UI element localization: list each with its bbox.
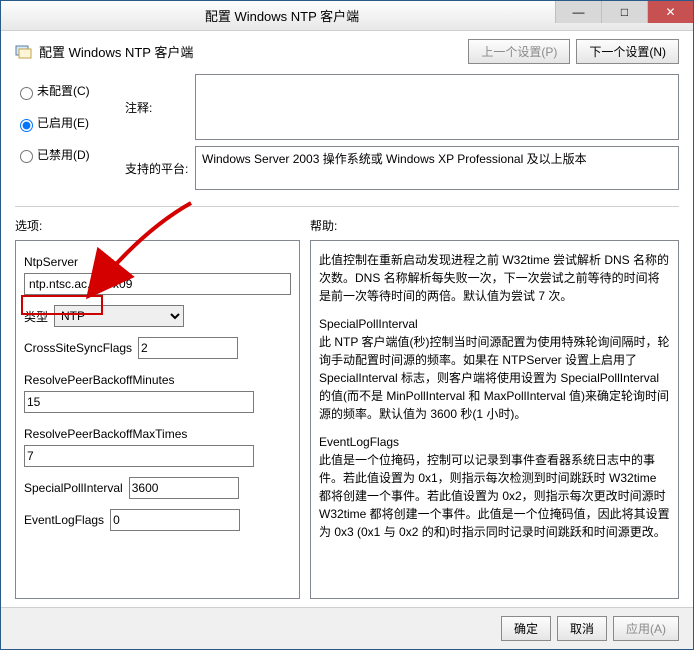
radio-enabled-input[interactable] xyxy=(20,119,33,132)
main-area: 选项: NtpServer 类型 NTP CrossSiteSyncFlags xyxy=(1,211,693,607)
ok-button[interactable]: 确定 xyxy=(501,616,551,641)
maximize-button[interactable]: □ xyxy=(601,1,647,23)
page-title: 配置 Windows NTP 客户端 xyxy=(39,42,193,61)
window-controls: — □ ✕ xyxy=(555,1,693,30)
comment-textarea[interactable] xyxy=(195,74,679,140)
next-setting-button[interactable]: 下一个设置(N) xyxy=(576,39,679,64)
resolve-max-spinner[interactable] xyxy=(24,445,254,467)
help-paragraph: 此值控制在重新启动发现进程之前 W32time 尝试解析 DNS 名称的次数。D… xyxy=(319,251,670,305)
radio-enabled[interactable]: 已启用(E) xyxy=(15,114,115,132)
apply-button[interactable]: 应用(A) xyxy=(613,616,679,641)
help-paragraph: 此 NTP 客户端值(秒)控制当时间源配置为使用特殊轮询间隔时，轮询手动配置时间… xyxy=(319,333,670,423)
supported-platforms-box: Windows Server 2003 操作系统或 Windows XP Pro… xyxy=(195,146,679,190)
help-column: 帮助: 此值控制在重新启动发现进程之前 W32time 尝试解析 DNS 名称的… xyxy=(310,217,679,599)
dialog-footer: 确定 取消 应用(A) xyxy=(1,607,693,649)
prev-setting-button[interactable]: 上一个设置(P) xyxy=(468,39,570,64)
minimize-button[interactable]: — xyxy=(555,1,601,23)
eventlogflags-label: EventLogFlags xyxy=(24,513,104,527)
specialpoll-label: SpecialPollInterval xyxy=(24,481,123,495)
resolve-minutes-spinner[interactable] xyxy=(24,391,254,413)
radio-disabled-input[interactable] xyxy=(20,150,33,163)
comment-label: 注释: xyxy=(125,99,195,116)
meta-column: 注释: 支持的平台: Windows Server 2003 操作系统或 Win… xyxy=(125,74,679,196)
options-heading: 选项: xyxy=(15,217,300,234)
help-subhead: SpecialPollInterval xyxy=(319,315,670,333)
help-paragraph: 此值是一个位掩码，控制可以记录到事件查看器系统日志中的事件。若此值设置为 0x1… xyxy=(319,451,670,541)
divider xyxy=(15,206,679,207)
resolve-minutes-label: ResolvePeerBackoffMinutes xyxy=(24,373,291,387)
ntpserver-input[interactable] xyxy=(24,273,291,295)
window-title: 配置 Windows NTP 客户端 xyxy=(9,6,555,25)
help-panel[interactable]: 此值控制在重新启动发现进程之前 W32time 尝试解析 DNS 名称的次数。D… xyxy=(310,240,679,599)
radio-not-configured[interactable]: 未配置(C) xyxy=(15,82,115,100)
type-label: 类型 xyxy=(24,308,48,325)
radio-disabled[interactable]: 已禁用(D) xyxy=(15,146,115,164)
eventlogflags-spinner[interactable] xyxy=(110,509,240,531)
resolve-max-label: ResolvePeerBackoffMaxTimes xyxy=(24,427,291,441)
header-row: 配置 Windows NTP 客户端 上一个设置(P) 下一个设置(N) xyxy=(1,31,693,70)
nav-buttons: 上一个设置(P) 下一个设置(N) xyxy=(468,39,679,64)
specialpoll-spinner[interactable] xyxy=(129,477,239,499)
config-area: 未配置(C) 已启用(E) 已禁用(D) 注释: 支持的平台: Windows … xyxy=(1,70,693,202)
ntpserver-label: NtpServer xyxy=(24,255,291,269)
titlebar: 配置 Windows NTP 客户端 — □ ✕ xyxy=(1,1,693,31)
radio-not-configured-input[interactable] xyxy=(20,87,33,100)
help-heading: 帮助: xyxy=(310,217,679,234)
policy-icon xyxy=(15,43,33,61)
options-column: 选项: NtpServer 类型 NTP CrossSiteSyncFlags xyxy=(15,217,300,599)
crosssite-spinner[interactable] xyxy=(138,337,238,359)
help-subhead: EventLogFlags xyxy=(319,433,670,451)
close-button[interactable]: ✕ xyxy=(647,1,693,23)
state-radio-group: 未配置(C) 已启用(E) 已禁用(D) xyxy=(15,74,115,196)
type-select[interactable]: NTP xyxy=(54,305,184,327)
options-panel: NtpServer 类型 NTP CrossSiteSyncFlags Reso… xyxy=(15,240,300,599)
dialog-window: 配置 Windows NTP 客户端 — □ ✕ 配置 Windows NTP … xyxy=(0,0,694,650)
crosssite-label: CrossSiteSyncFlags xyxy=(24,341,132,355)
supported-label: 支持的平台: xyxy=(125,160,195,177)
cancel-button[interactable]: 取消 xyxy=(557,616,607,641)
